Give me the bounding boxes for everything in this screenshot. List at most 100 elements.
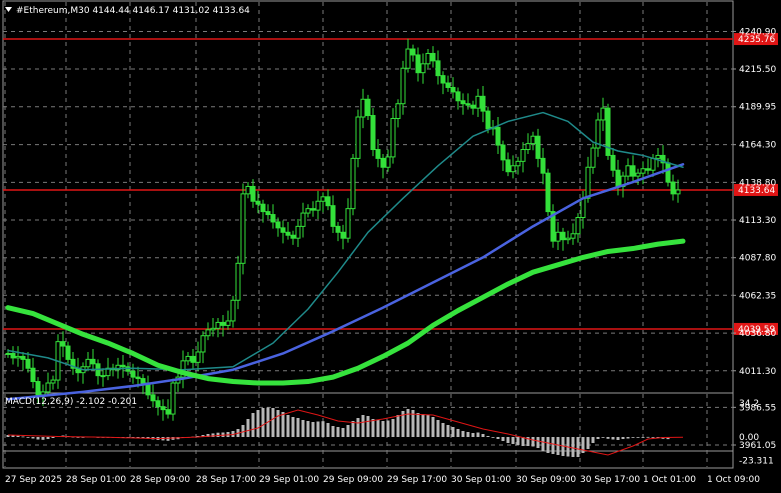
macd-histogram-bar [491, 437, 495, 438]
macd-layer [6, 407, 684, 457]
macd-histogram-bar [296, 418, 300, 437]
candle-body [505, 159, 511, 173]
x-tick-label: 28 Sep 09:00 [130, 475, 190, 485]
macd-histogram-bar [31, 437, 35, 439]
candle-body [475, 95, 481, 109]
candle-body [360, 98, 366, 118]
candle-body [635, 172, 641, 177]
macd-y-tick-label: 34.2 [739, 399, 759, 409]
axis-layer: 4240.90 4215.50 4189.95 4164.30 4138.80 4113.… [5, 27, 776, 485]
x-tick-label: 28 Sep 01:00 [66, 475, 126, 485]
macd-histogram-bar [281, 412, 285, 437]
macd-histogram-bar [471, 433, 475, 437]
candle-body [85, 358, 91, 368]
candle-body [315, 200, 321, 211]
macd-histogram-bar [21, 436, 25, 438]
candle-body [195, 351, 201, 363]
ma-teal-line [7, 111, 684, 371]
candle-body [585, 166, 591, 199]
macd-histogram-bar [426, 415, 430, 437]
macd-histogram-bar [256, 410, 260, 437]
macd-histogram-bar [406, 409, 410, 437]
candle-body [190, 355, 196, 363]
candle-body [355, 116, 361, 159]
macd-histogram-bar [446, 425, 450, 437]
candle-body [655, 154, 661, 159]
candle-body [380, 157, 386, 168]
candle-body [520, 149, 526, 162]
candle-body [575, 217, 581, 235]
candle-body [390, 117, 396, 158]
candle-body [370, 115, 376, 151]
y-tick-label: 4164.30 [739, 141, 776, 151]
candle-body [20, 355, 26, 360]
macd-histogram-bar [46, 437, 50, 439]
x-tick-label: 30 Sep 01:00 [451, 475, 511, 485]
y-tick-label: 4036.80 [739, 329, 776, 339]
macd-histogram-bar [436, 420, 440, 437]
candle-body [340, 231, 346, 239]
y-tick-label: 4113.30 [739, 216, 776, 226]
macd-histogram-bar [611, 437, 615, 440]
candle-body [265, 211, 271, 216]
candle-body [250, 185, 256, 202]
trading-chart[interactable]: 4235.76 4133.64 4039.59 4240.90 4215.50 4189… [0, 0, 781, 489]
macd-histogram-bar [651, 437, 655, 438]
candle-body [665, 162, 671, 183]
x-tick-label: 28 Sep 17:00 [196, 475, 256, 485]
macd-histogram-bar [551, 437, 555, 454]
candle-body [220, 321, 226, 326]
candle-body [240, 193, 246, 264]
macd-histogram-bar [366, 416, 370, 437]
candle-body [325, 196, 331, 207]
candle-body [465, 103, 471, 106]
candle-body [205, 329, 211, 337]
candle-body [580, 197, 586, 219]
macd-histogram-bar [496, 437, 500, 439]
macd-histogram-bar [441, 423, 445, 437]
x-tick-label: 1 Oct 01:00 [643, 475, 696, 485]
candle-body [170, 382, 176, 415]
triangle-down-icon[interactable] [5, 7, 12, 12]
macd-histogram-bar [571, 437, 575, 457]
x-tick-label: 29 Sep 01:00 [259, 475, 319, 485]
candle-body [510, 165, 516, 173]
macd-y-tick-label: -23.311 [739, 456, 774, 466]
macd-histogram-bar [416, 413, 420, 437]
candle-body [480, 95, 486, 112]
candle-body [90, 358, 96, 365]
macd-histogram-bar [166, 437, 170, 441]
macd-histogram-bar [286, 415, 290, 437]
macd-histogram-bar [616, 437, 620, 440]
candle-body [185, 355, 191, 362]
macd-histogram-bar [351, 421, 355, 437]
candle-body [410, 48, 416, 56]
macd-y-tick-label: 0.00 [739, 433, 759, 443]
macd-histogram-bar [346, 425, 350, 437]
macd-histogram-bar [391, 419, 395, 437]
chart-canvas[interactable]: 4235.764133.644039.59 4240.90 4215.50 4189… [0, 0, 781, 489]
macd-histogram-bar [251, 413, 255, 437]
candle-body [525, 143, 531, 151]
macd-histogram-bar [476, 432, 480, 437]
candle-body [25, 358, 31, 369]
candle-body [330, 205, 336, 227]
macd-histogram-bar [246, 419, 250, 437]
candle-body [285, 231, 291, 236]
macd-histogram-bar [16, 435, 20, 437]
y-tick-label: 4240.90 [739, 27, 776, 37]
macd-histogram-bar [341, 428, 345, 437]
macd-histogram-bar [546, 437, 550, 453]
candle-body [300, 212, 306, 227]
y-tick-label: 4215.50 [739, 65, 776, 75]
candle-body [445, 82, 451, 88]
candle-body [235, 262, 241, 301]
x-tick-label: 30 Sep 09:00 [516, 475, 576, 485]
candle-body [675, 189, 681, 195]
macd-histogram-bar [421, 414, 425, 437]
macd-histogram-bar [486, 436, 490, 437]
macd-histogram-bar [216, 432, 220, 437]
candle-body [260, 203, 266, 213]
candle-body [440, 75, 446, 84]
macd-histogram-bar [536, 437, 540, 448]
